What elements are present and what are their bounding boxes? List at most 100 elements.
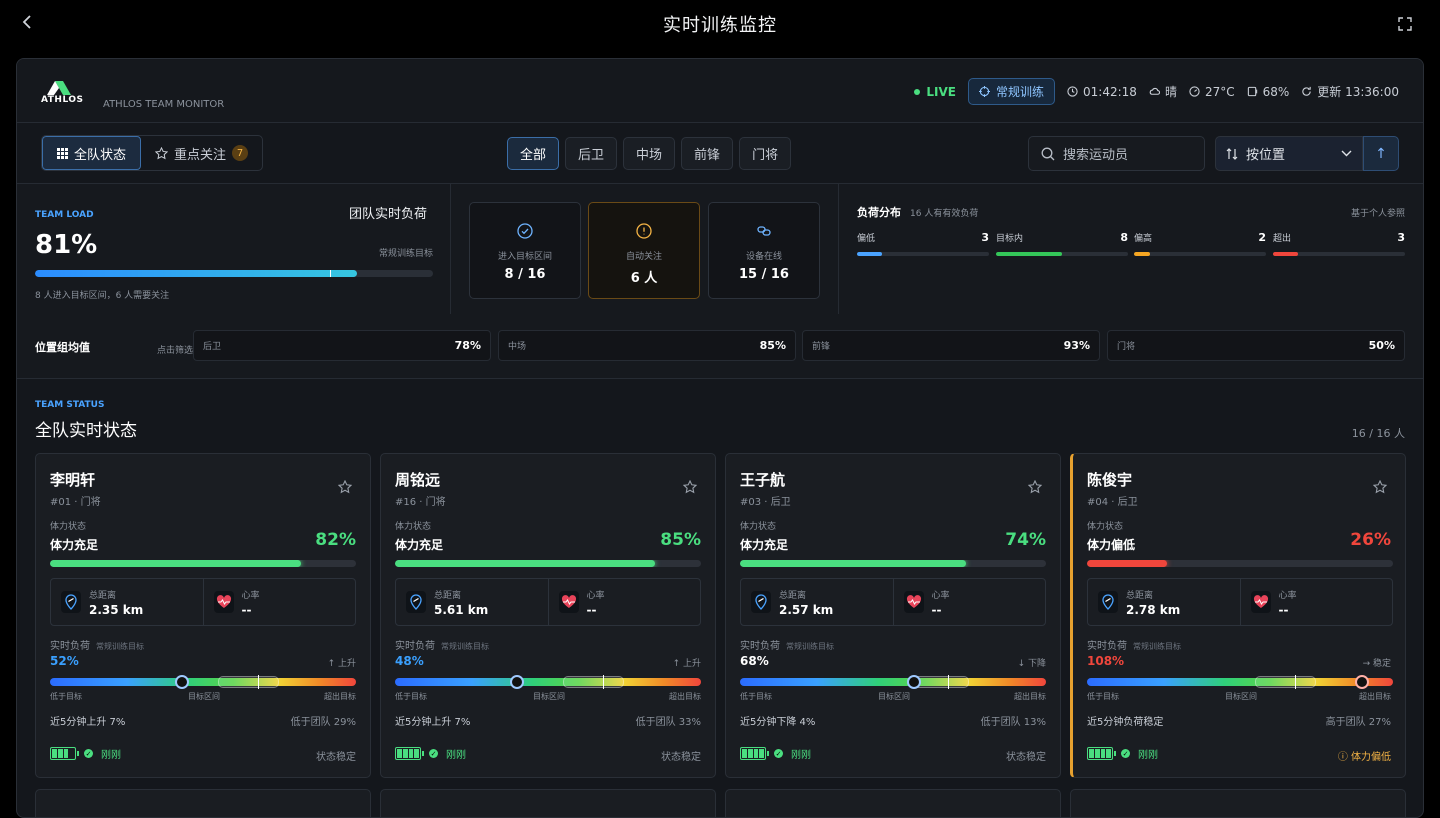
team-status-title: 全队实时状态 [35, 421, 137, 441]
position-filter: 全部 后卫 中场 前锋 门将 [507, 137, 792, 170]
position-avg-defender[interactable]: 后卫 78% [193, 330, 491, 361]
player-name: 王子航 [740, 471, 786, 489]
stamina-percent: 74% [1005, 530, 1046, 550]
player-number-position: #01 · 门将 [50, 497, 101, 508]
logo-text: ATHLOS [41, 95, 84, 105]
device-status: ✓ 刚刚 [740, 746, 811, 761]
battery-icon [1087, 747, 1116, 760]
star-icon [155, 146, 169, 159]
weather: 晴 [1149, 83, 1177, 100]
heart-icon [216, 595, 231, 608]
load-value: 52% [50, 654, 79, 668]
position-avg-goalkeeper[interactable]: 门将 50% [1107, 330, 1405, 361]
stamina-state: 体力偏低 [1087, 538, 1136, 552]
recent-change: 近5分钟负荷稳定 [1087, 717, 1164, 728]
monitor-panel: ATHLOS ATHLOS TEAM MONITOR LIVE 常规训练 01:… [16, 58, 1424, 818]
fullscreen-icon[interactable] [1398, 16, 1412, 31]
location-pin-icon [65, 594, 77, 610]
stamina-state: 体力充足 [50, 538, 99, 552]
gauge-low-label: 低于目标 [740, 692, 772, 701]
heart-icon [1253, 595, 1268, 608]
gauge-low-label: 低于目标 [50, 692, 82, 701]
stamina-label: 体力状态 [1087, 522, 1124, 532]
player-name: 陈俊宇 [1087, 471, 1133, 489]
position-avg-midfield[interactable]: 中场 85% [498, 330, 796, 361]
view-focus-tab[interactable]: 重点关注 7 [141, 136, 262, 170]
player-card[interactable]: 李明轩 #01 · 门将 体力状态 体力充足 82% 总距离 2.35 km 心率… [35, 453, 371, 778]
team-load-label: TEAM LOAD [35, 210, 94, 220]
distance-metric: 总距离 2.57 km [741, 579, 893, 625]
load-label: 实时负荷 常规训练目标 [740, 641, 834, 652]
team-comparison: 低于团队 29% [290, 717, 356, 728]
heart-icon [906, 595, 921, 608]
position-tab-defender[interactable]: 后卫 [565, 137, 618, 170]
position-tab-midfield[interactable]: 中场 [623, 137, 676, 170]
sort-icon [1226, 147, 1238, 160]
team-status-label: TEAM STATUS [35, 400, 105, 410]
star-icon[interactable] [683, 480, 697, 494]
stamina-state: 体力充足 [740, 538, 789, 552]
team-comparison: 高于团队 27% [1325, 717, 1391, 728]
heart-rate-metric: 心率 -- [202, 579, 356, 625]
summary-section: TEAM LOAD 团队实时负荷 81% 常规训练目标 8 人进入目标区间，6 … [17, 184, 1423, 379]
recent-change: 近5分钟上升 7% [50, 717, 126, 728]
stamina-bar [395, 560, 701, 567]
device-status: ✓ 刚刚 [395, 746, 466, 761]
heart-icon [561, 595, 576, 608]
cloud-icon [1149, 87, 1160, 95]
player-card[interactable]: 陈俊宇 #04 · 后卫 体力状态 体力偏低 26% 总距离 2.78 km 心率… [1070, 453, 1406, 778]
load-gauge [1087, 675, 1393, 689]
team-load-bar [35, 270, 433, 277]
training-mode-button[interactable]: 常规训练 [968, 78, 1056, 105]
stamina-percent: 82% [315, 530, 356, 550]
team-comparison: 低于团队 13% [980, 717, 1046, 728]
battery-icon [740, 747, 769, 760]
panel-header: ATHLOS ATHLOS TEAM MONITOR LIVE 常规训练 01:… [17, 59, 1423, 123]
load-trend: ↑ 上升 [672, 659, 701, 669]
player-card[interactable] [35, 789, 371, 817]
position-tab-goalkeeper[interactable]: 门将 [739, 137, 792, 170]
check-icon: ✓ [1121, 749, 1130, 758]
load-gauge [395, 675, 701, 689]
stamina-percent: 85% [660, 530, 701, 550]
player-card[interactable]: 周铭远 #16 · 门将 体力状态 体力充足 85% 总距离 5.61 km 心率… [380, 453, 716, 778]
gauge-low-label: 低于目标 [1087, 692, 1119, 701]
stamina-percent: 26% [1350, 530, 1391, 550]
star-icon[interactable] [1373, 480, 1387, 494]
gauge-high-label: 超出目标 [1359, 692, 1391, 701]
stat-in-target: 进入目标区间 8 / 16 [469, 202, 581, 299]
star-icon[interactable] [338, 480, 352, 494]
back-icon[interactable] [22, 14, 40, 34]
page-title: 实时训练监控 [663, 15, 777, 36]
distribution-high: 偏高 2 [1134, 231, 1266, 256]
player-card[interactable] [725, 789, 1061, 817]
load-label: 实时负荷 常规训练目标 [395, 641, 489, 652]
team-load-target: 常规训练目标 [379, 249, 434, 259]
stat-auto-focus[interactable]: 自动关注 6 人 [588, 202, 700, 299]
player-card[interactable] [380, 789, 716, 817]
gauge-high-label: 超出目标 [324, 692, 356, 701]
position-tab-forward[interactable]: 前锋 [681, 137, 734, 170]
gauge-mid-label: 目标区间 [1225, 692, 1257, 701]
position-avg-forward[interactable]: 前锋 93% [802, 330, 1100, 361]
stat-devices-online: 设备在线 15 / 16 [708, 202, 820, 299]
sort-select[interactable]: 按位置 [1215, 136, 1363, 171]
search-icon [1041, 147, 1055, 160]
load-gauge-knob [174, 675, 189, 689]
grid-icon [57, 147, 68, 159]
position-tab-all[interactable]: 全部 [507, 137, 560, 170]
recent-change: 近5分钟上升 7% [395, 717, 471, 728]
gauge-high-label: 超出目标 [669, 692, 701, 701]
sort-direction-button[interactable]: ↑ [1363, 136, 1399, 171]
star-icon[interactable] [1028, 480, 1042, 494]
last-updated[interactable]: 更新 13:36:00 [1301, 83, 1399, 100]
load-value: 68% [740, 654, 769, 668]
view-all-tab[interactable]: 全队状态 [42, 136, 142, 170]
distribution-basis: 基于个人参照 [1350, 209, 1405, 219]
stamina-state: 体力充足 [395, 538, 444, 552]
load-value: 48% [395, 654, 424, 668]
player-card[interactable]: 王子航 #03 · 后卫 体力状态 体力充足 74% 总距离 2.57 km 心率… [725, 453, 1061, 778]
search-input[interactable]: 搜索运动员 [1028, 136, 1205, 171]
player-card[interactable] [1070, 789, 1406, 817]
check-icon: ✓ [774, 749, 783, 758]
